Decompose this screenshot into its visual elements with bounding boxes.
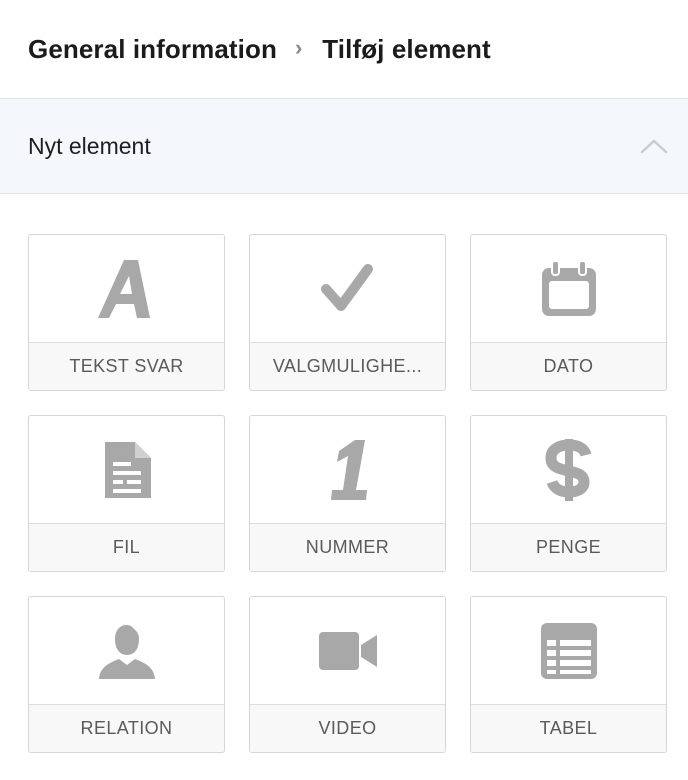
tile-icon-area	[250, 597, 445, 705]
tile-icon-area	[471, 416, 666, 524]
document-icon	[104, 441, 151, 498]
breadcrumb: General information › Tilføj element	[0, 0, 688, 98]
tile-icon-area	[250, 416, 445, 524]
tile-label: RELATION	[29, 705, 224, 752]
tile-label: VALGMULIGHE...	[250, 343, 445, 390]
letter-a-icon	[97, 259, 150, 318]
tile-dato[interactable]: DATO	[470, 234, 667, 391]
tile-relation[interactable]: RELATION	[28, 596, 225, 753]
tile-label: FIL	[29, 524, 224, 571]
tile-label: NUMMER	[250, 524, 445, 571]
tile-icon-area	[471, 597, 666, 705]
video-camera-icon	[318, 631, 377, 670]
tile-icon-area	[29, 597, 224, 705]
tile-tabel[interactable]: TABEL	[470, 596, 667, 753]
element-type-grid: TEKST SVAR VALGMULIGHE... DATO FIL NUMME…	[28, 234, 667, 753]
breadcrumb-separator-icon: ›	[294, 35, 303, 60]
section-title: Nyt element	[28, 132, 151, 159]
tile-video[interactable]: VIDEO	[249, 596, 446, 753]
tile-icon-area	[471, 235, 666, 343]
checkmark-icon	[320, 263, 373, 311]
tile-nummer[interactable]: NUMMER	[249, 415, 446, 572]
tile-label: TABEL	[471, 705, 666, 752]
tile-fil[interactable]: FIL	[28, 415, 225, 572]
tile-icon-area	[29, 416, 224, 524]
tile-icon-area	[29, 235, 224, 343]
tile-valgmuligheder[interactable]: VALGMULIGHE...	[249, 234, 446, 391]
tile-label: TEKST SVAR	[29, 343, 224, 390]
tile-label: VIDEO	[250, 705, 445, 752]
dollar-icon	[544, 438, 591, 501]
tile-label: PENGE	[471, 524, 666, 571]
breadcrumb-parent-link[interactable]: General information	[28, 34, 277, 65]
tile-icon-area	[250, 235, 445, 343]
table-icon	[540, 622, 597, 679]
calendar-icon	[541, 259, 596, 316]
person-icon	[98, 622, 155, 679]
breadcrumb-current: Tilføj element	[322, 33, 491, 64]
chevron-up-icon[interactable]	[640, 137, 668, 155]
tile-label: DATO	[471, 343, 666, 390]
new-element-section-header[interactable]: Nyt element	[0, 98, 688, 194]
number-one-icon	[330, 439, 367, 500]
tile-tekst-svar[interactable]: TEKST SVAR	[28, 234, 225, 391]
tile-penge[interactable]: PENGE	[470, 415, 667, 572]
